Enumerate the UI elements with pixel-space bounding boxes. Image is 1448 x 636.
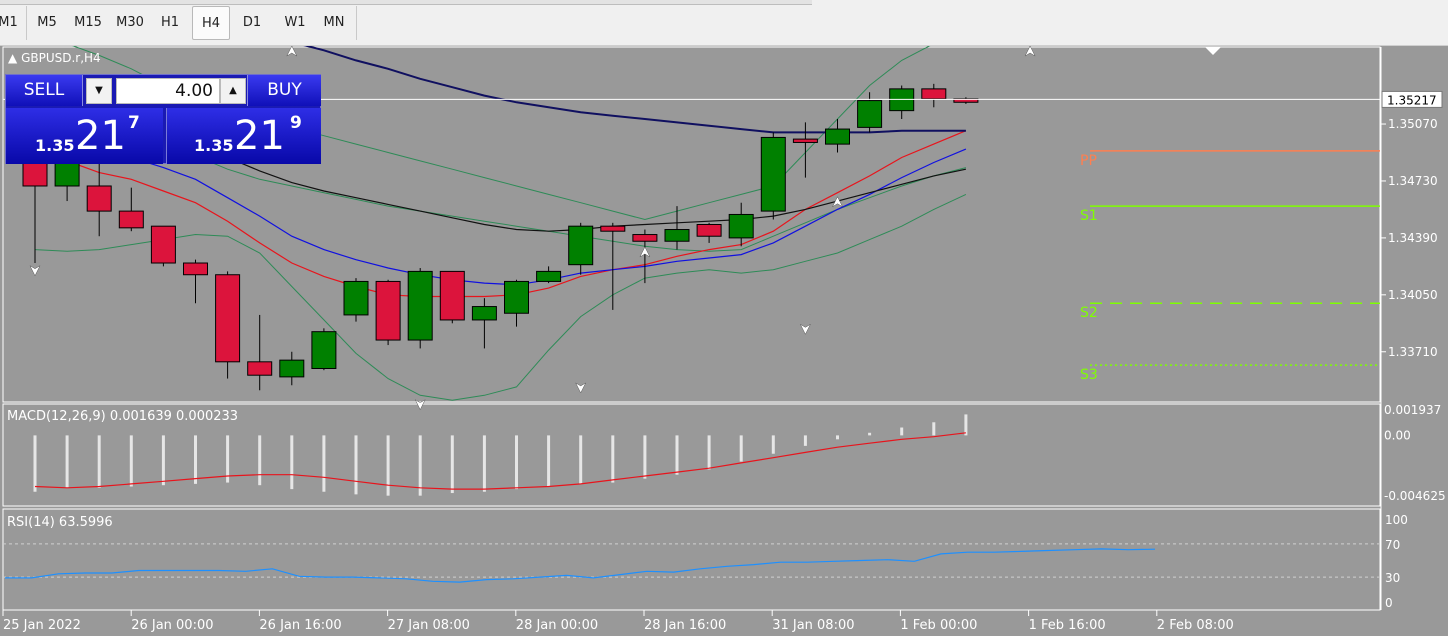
tf-h4[interactable]: H4 [192,6,230,40]
sell-price-point: 7 [128,113,140,133]
candle-bear [150,225,176,264]
rsi-tick-label: 70 [1385,538,1400,552]
tf-mn[interactable]: MN [316,6,352,40]
macd-tick-label: 0.00 [1384,428,1411,442]
sell-button[interactable]: SELL [6,75,83,106]
candle-bull [504,280,529,314]
buy-button[interactable]: BUY [247,75,321,106]
candle-bull [664,229,690,242]
candle-bull [857,100,883,128]
sell-price-box[interactable]: 1.35 21 7 [6,108,163,164]
candle-bear [696,224,722,237]
candle-bull [568,225,594,266]
time-axis-label: 25 Jan 2022 [3,618,81,633]
current-price-label: 1.35217 [1387,93,1437,107]
candle-bull [728,213,754,239]
price-tick-label: 1.34050 [1388,288,1438,302]
price-tick-label: 1.33710 [1388,345,1438,359]
candle-bear [439,270,465,321]
tf-d1[interactable]: D1 [234,6,270,40]
candle-bear [632,234,658,242]
candle-bull [471,306,497,321]
candle-bear [86,185,112,212]
buy-price-big: 21 [234,113,285,159]
symbol-name: GBPUSD.r,H4 [21,51,101,65]
rsi-panel [2,508,1381,611]
buy-price-prefix: 1.35 [194,136,234,155]
candle-bear [215,274,241,363]
macd-tick-label: -0.004625 [1384,489,1446,503]
candle-bear [792,138,818,143]
candle-bull [825,128,850,145]
tf-m1[interactable]: M1 [0,6,22,40]
tf-m5[interactable]: M5 [30,6,64,40]
candle-bull [311,331,337,370]
volume-input[interactable] [116,78,220,104]
timeframe-toolbar: M1 M5 M15 M30 H1 H4 D1 W1 MN [0,0,1448,46]
rsi-title: RSI(14) 63.5996 [7,515,113,530]
buy-price-point: 9 [290,113,302,133]
pivot-level-s3-label: S3 [1080,367,1098,383]
tf-h1[interactable]: H1 [152,6,188,40]
pivot-level-s2-label: S2 [1080,305,1098,321]
candle-bear [183,262,208,276]
pivot-level-pp-label: PP [1080,153,1097,169]
time-axis-label: 26 Jan 16:00 [259,618,341,633]
tf-m30[interactable]: M30 [110,6,150,40]
sell-price-prefix: 1.35 [35,136,75,155]
candle-bear [600,225,626,232]
volume-down-icon[interactable]: ▼ [86,78,112,104]
candle-bull [407,270,433,341]
pivot-level-s1-label: S1 [1080,208,1098,224]
toolbar-separator [26,6,27,40]
time-axis-label: 31 Jan 08:00 [772,618,854,633]
candle-bull [760,136,786,212]
candle-bull [279,359,305,378]
symbol-label: ▲ GBPUSD.r,H4 [8,51,101,65]
candle-bull [536,270,562,282]
candle-bear [118,210,144,229]
macd-title: MACD(12,26,9) 0.001639 0.000233 [7,409,238,424]
rsi-tick-label: 100 [1385,513,1408,527]
toolbar-separator [356,6,357,40]
time-axis-label: 1 Feb 00:00 [900,618,977,633]
candle-bull [343,280,369,316]
buy-price-box[interactable]: 1.35 21 9 [166,108,321,164]
price-tick-label: 1.34390 [1388,231,1438,245]
rsi-tick-label: 30 [1385,571,1400,585]
price-tick-label: 1.35070 [1388,117,1438,131]
price-tick-label: 1.34730 [1388,174,1438,188]
time-axis-label: 26 Jan 00:00 [131,618,213,633]
tf-w1[interactable]: W1 [276,6,314,40]
time-axis-label: 28 Jan 16:00 [644,618,726,633]
sell-price-big: 21 [75,113,126,159]
rsi-tick-label: 0 [1385,596,1393,610]
candle-bear [375,280,401,341]
time-axis-label: 2 Feb 08:00 [1157,618,1234,633]
volume-up-icon[interactable]: ▲ [220,78,246,104]
candle-bear [921,88,947,100]
macd-tick-label: 0.001937 [1384,403,1441,417]
toolbar-top-strip [0,0,812,5]
collapse-triangle-icon[interactable]: ▲ [8,51,17,65]
candle-bear [247,361,273,376]
time-axis-label: 27 Jan 08:00 [388,618,470,633]
time-axis-label: 28 Jan 00:00 [516,618,598,633]
tf-m15[interactable]: M15 [68,6,108,40]
one-click-trading-panel: SELL ▼ ▲ BUY 1.35 21 7 1.35 21 9 [5,74,321,164]
time-axis-label: 1 Feb 16:00 [1029,618,1106,633]
